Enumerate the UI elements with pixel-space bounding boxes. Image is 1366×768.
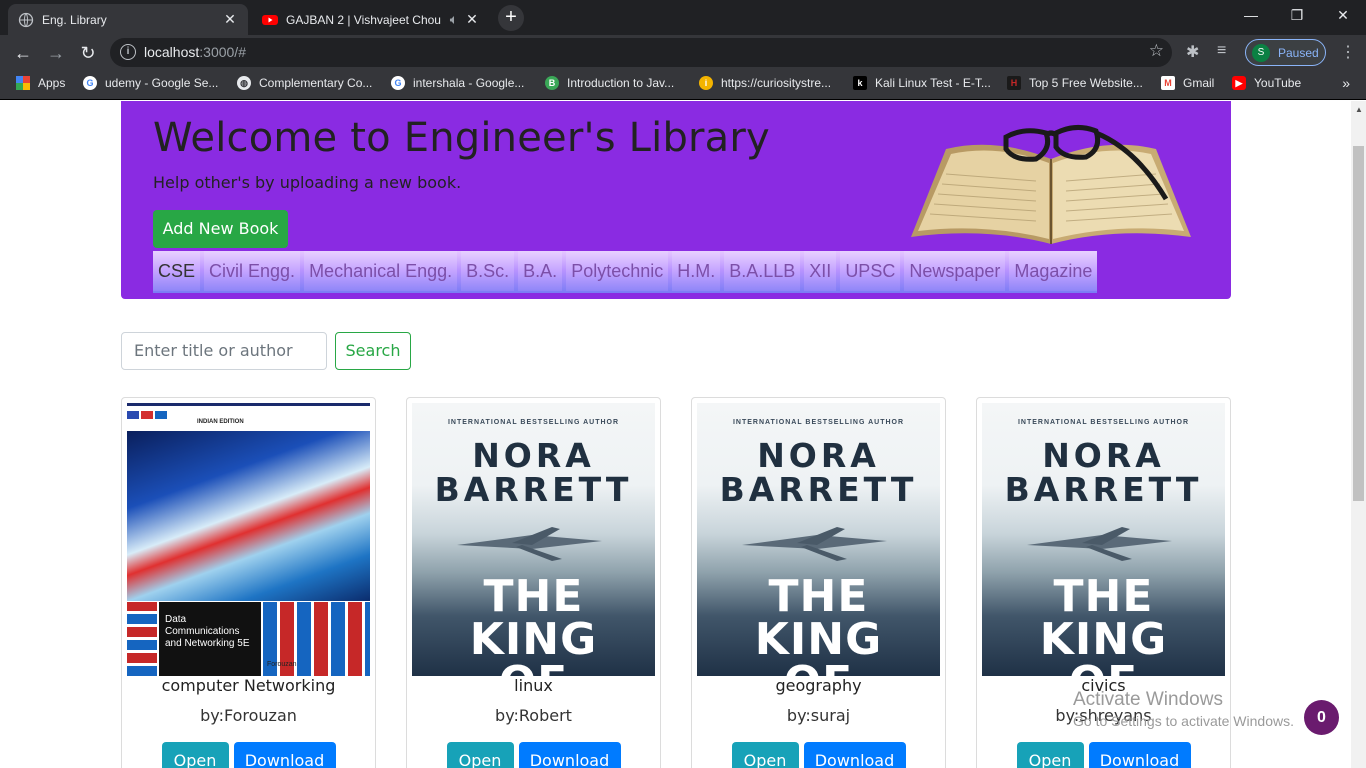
window-close-button[interactable]: ✕ — [1320, 0, 1366, 30]
profile-button[interactable]: S Paused — [1245, 39, 1326, 66]
activate-windows-watermark: Activate Windows Go to Settings to activ… — [1073, 689, 1294, 729]
book-author: by:Robert — [495, 706, 572, 725]
category-ballb[interactable]: B.A.LLB — [724, 251, 801, 291]
category-nav: CSE Civil Engg. Mechanical Engg. B.Sc. B… — [153, 251, 1098, 293]
book-cover-image: INTERNATIONAL BESTSELLING AUTHOR NORA BAR… — [412, 403, 655, 676]
bookmark-star-icon[interactable]: ☆ — [1149, 41, 1164, 61]
scrollbar-thumb[interactable] — [1353, 146, 1364, 501]
bookmark-kali[interactable]: k Kali Linux Test - E-T... — [853, 76, 991, 90]
page-title: Welcome to Engineer's Library — [153, 115, 770, 161]
google-icon: G — [83, 76, 97, 90]
url-text: localhost:3000/# — [144, 44, 246, 60]
forward-icon[interactable]: → — [43, 40, 69, 66]
speaker-icon[interactable]: 🔈︎ — [444, 11, 464, 28]
download-button[interactable]: Download — [518, 742, 621, 768]
search-input[interactable]: Enter title or author — [121, 332, 327, 370]
hero-jumbotron: Welcome to Engineer's Library Help other… — [121, 101, 1231, 299]
globe-icon — [18, 12, 34, 28]
category-upsc[interactable]: UPSC — [840, 251, 901, 291]
open-button[interactable]: Open — [446, 742, 514, 768]
bookmark-udemy[interactable]: G udemy - Google Se... — [83, 76, 218, 90]
download-button[interactable]: Download — [233, 742, 336, 768]
book-card: INDIAN EDITION Data Communications and N… — [121, 397, 376, 768]
page-scrollbar[interactable]: ▲ — [1351, 101, 1366, 768]
category-hm[interactable]: H.M. — [672, 251, 721, 291]
category-polytechnic[interactable]: Polytechnic — [566, 251, 669, 291]
category-cse[interactable]: CSE — [153, 251, 201, 291]
tab-eng-library[interactable]: Eng. Library ✕ — [8, 4, 248, 35]
extensions-icon[interactable]: ✱ — [1186, 42, 1199, 62]
book-title: computer Networking — [161, 676, 336, 695]
book-cover-image: INTERNATIONAL BESTSELLING AUTHOR NORA BAR… — [697, 403, 940, 676]
book-author: by:Forouzan — [200, 706, 297, 725]
restore-button[interactable]: ❐ — [1274, 0, 1320, 30]
notification-badge[interactable]: 0 — [1304, 700, 1339, 735]
bookmark-youtube[interactable]: ▶ YouTube — [1232, 76, 1301, 90]
page-content: Welcome to Engineer's Library Help other… — [0, 101, 1366, 768]
bookmark-complementary[interactable]: ◍ Complementary Co... — [237, 76, 372, 90]
add-new-book-button[interactable]: Add New Book — [153, 210, 288, 248]
open-button[interactable]: Open — [161, 742, 229, 768]
h-icon: H — [1007, 76, 1021, 90]
book-cover-image: INDIAN EDITION Data Communications and N… — [127, 403, 370, 676]
site-info-icon[interactable]: i — [120, 44, 136, 60]
reload-icon[interactable]: ↻ — [75, 40, 101, 66]
book-card: INTERNATIONAL BESTSELLING AUTHOR NORA BAR… — [691, 397, 946, 768]
category-ba[interactable]: B.A. — [518, 251, 563, 291]
book-author: by:suraj — [786, 706, 851, 725]
search-button[interactable]: Search — [335, 332, 411, 370]
bookmark-curiosity[interactable]: i https://curiositystre... — [699, 76, 831, 90]
bookmarks-bar: Apps G udemy - Google Se... ◍ Complement… — [0, 70, 1366, 100]
book-cover-image: INTERNATIONAL BESTSELLING AUTHOR NORA BAR… — [982, 403, 1225, 676]
minimize-button[interactable]: — — [1228, 0, 1274, 30]
download-button[interactable]: Download — [1088, 742, 1191, 768]
kali-icon: k — [853, 76, 867, 90]
google-icon: G — [391, 76, 405, 90]
tab-gajban[interactable]: GAJBAN 2 | Vishvajeet Chou 🔈︎ ✕ — [252, 4, 490, 35]
menu-icon[interactable]: ⋮ — [1340, 42, 1356, 62]
more-bookmarks-icon[interactable]: » — [1342, 75, 1350, 91]
tab-title: GAJBAN 2 | Vishvajeet Chou — [286, 12, 441, 27]
open-book-with-glasses-image — [906, 119, 1196, 244]
curiosity-icon: i — [699, 76, 713, 90]
bookmark-intershala[interactable]: G intershala - Google... — [391, 76, 524, 90]
book-title: linux — [514, 676, 553, 695]
open-button[interactable]: Open — [1016, 742, 1084, 768]
tab-title: Eng. Library — [42, 12, 107, 27]
browser-tab-strip: Eng. Library ✕ GAJBAN 2 | Vishvajeet Cho… — [0, 0, 1366, 35]
hero-lead: Help other's by uploading a new book. — [153, 173, 462, 192]
avatar: S — [1252, 44, 1270, 62]
media-control-icon[interactable]: ≡ — [1217, 42, 1226, 60]
category-bsc[interactable]: B.Sc. — [461, 251, 515, 291]
category-xii[interactable]: XII — [804, 251, 837, 291]
book-title: geography — [775, 676, 862, 695]
browser-toolbar: ← → ↻ i localhost:3000/# ☆ ✱ ≡ S Paused … — [0, 35, 1366, 70]
book-card: INTERNATIONAL BESTSELLING AUTHOR NORA BAR… — [406, 397, 661, 768]
bookmark-intro-java[interactable]: B Introduction to Jav... — [545, 76, 674, 90]
close-icon[interactable]: ✕ — [222, 11, 238, 28]
youtube-icon — [262, 12, 278, 28]
youtube-icon: ▶ — [1232, 76, 1246, 90]
back-icon[interactable]: ← — [10, 40, 36, 66]
category-civil[interactable]: Civil Engg. — [204, 251, 301, 291]
category-newspaper[interactable]: Newspaper — [904, 251, 1006, 291]
apps-grid-icon — [16, 76, 30, 90]
bookmark-apps[interactable]: Apps — [16, 76, 65, 90]
b-icon: B — [545, 76, 559, 90]
globe-icon: ◍ — [237, 76, 251, 90]
close-icon[interactable]: ✕ — [464, 11, 480, 28]
gmail-icon: M — [1161, 76, 1175, 90]
profile-status: Paused — [1278, 46, 1319, 60]
open-button[interactable]: Open — [731, 742, 799, 768]
category-magazine[interactable]: Magazine — [1009, 251, 1098, 291]
address-bar[interactable]: i localhost:3000/# ☆ — [110, 38, 1172, 67]
new-tab-button[interactable]: + — [498, 5, 524, 31]
download-button[interactable]: Download — [803, 742, 906, 768]
scroll-up-icon[interactable]: ▲ — [1355, 105, 1363, 114]
bookmark-gmail[interactable]: M Gmail — [1161, 76, 1214, 90]
category-mechanical[interactable]: Mechanical Engg. — [304, 251, 458, 291]
bookmark-top5[interactable]: H Top 5 Free Website... — [1007, 76, 1143, 90]
